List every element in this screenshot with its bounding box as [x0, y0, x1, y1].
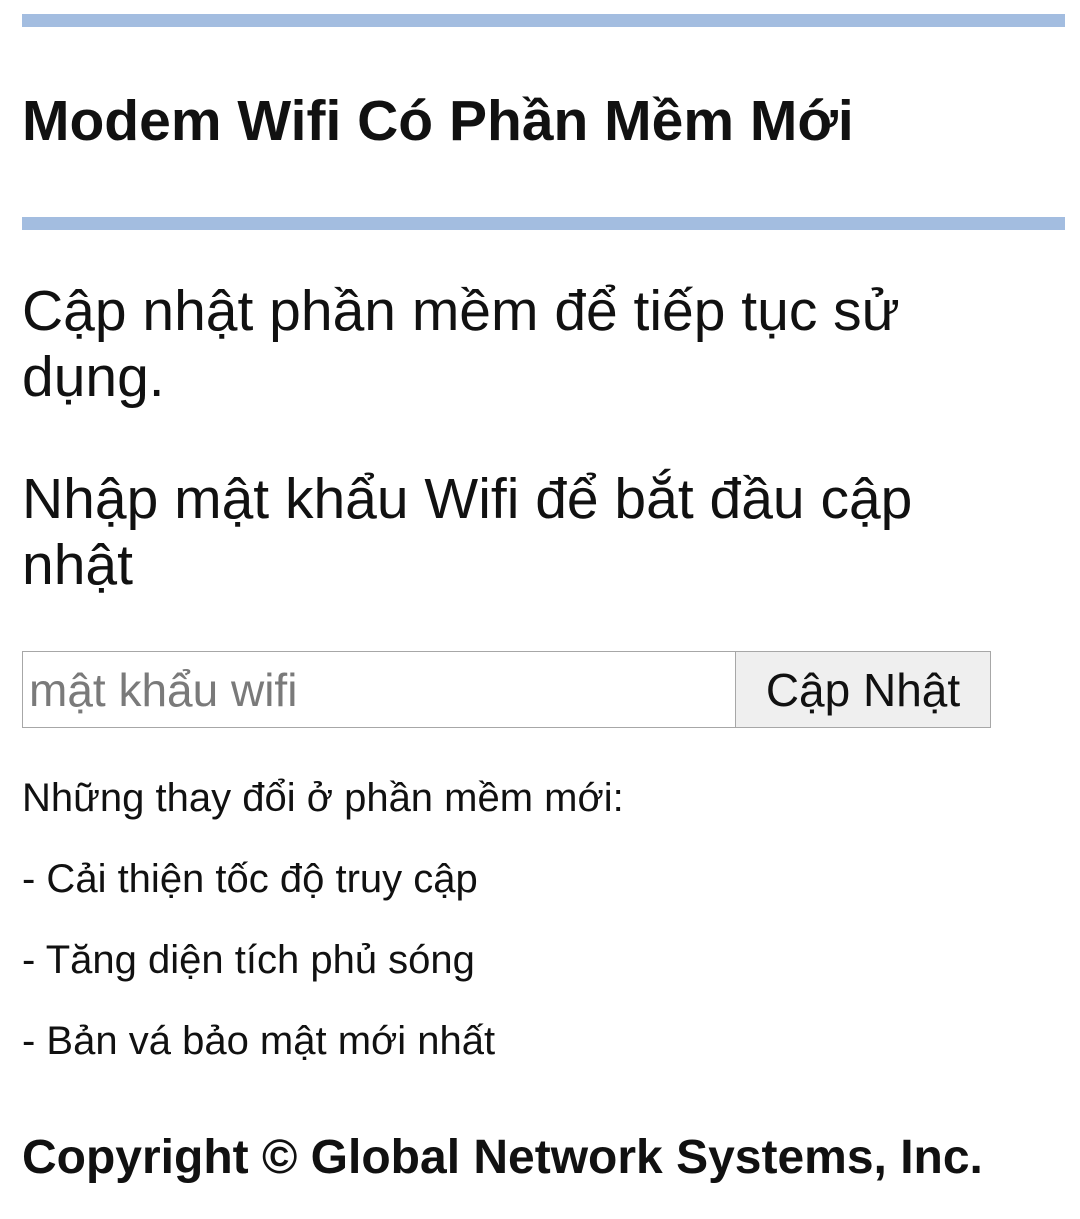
page-title: Modem Wifi Có Phần Mềm Mới [22, 89, 854, 153]
list-item: - Bản vá bảo mật mới nhất [22, 1019, 496, 1063]
title-divider [22, 217, 1065, 230]
top-divider [22, 14, 1065, 27]
list-item: - Tăng diện tích phủ sóng [22, 938, 475, 982]
password-instruction: Nhập mật khẩu Wifi để bắt đầu cập nhật [22, 467, 913, 597]
changes-heading: Những thay đổi ở phần mềm mới: [22, 776, 624, 820]
update-button[interactable]: Cập Nhật [735, 651, 991, 728]
wifi-password-input[interactable] [22, 651, 735, 728]
list-item: - Cải thiện tốc độ truy cập [22, 857, 478, 901]
copyright-footer: Copyright © Global Network Systems, Inc. [22, 1131, 983, 1184]
changes-list: Những thay đổi ở phần mềm mới: - Cải thi… [22, 772, 624, 1096]
update-message: Cập nhật phần mềm để tiếp tục sử dụng. [22, 279, 900, 409]
password-form: Cập Nhật [22, 651, 991, 728]
